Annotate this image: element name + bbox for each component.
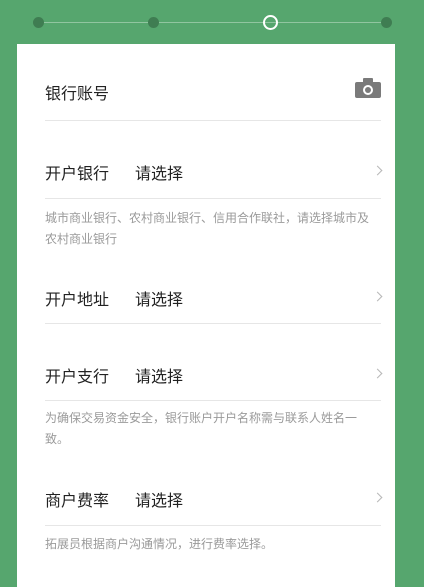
- divider: [45, 120, 381, 121]
- chevron-right-icon: [372, 165, 383, 176]
- progress-stepper: [0, 0, 424, 44]
- branch-value: 请选择: [135, 367, 184, 386]
- step-4-dot: [381, 17, 392, 28]
- address-select-row[interactable]: 开户地址 请选择: [45, 284, 383, 309]
- chevron-right-icon: [372, 368, 383, 379]
- rate-select-row[interactable]: 商户费率 请选择: [45, 485, 383, 510]
- branch-label: 开户支行: [45, 367, 110, 386]
- stepper-line: [38, 22, 386, 23]
- divider: [45, 400, 381, 401]
- chevron-right-icon: [372, 492, 383, 503]
- address-value: 请选择: [135, 290, 184, 309]
- bank-select-row[interactable]: 开户银行 请选择: [45, 158, 383, 183]
- address-label: 开户地址: [45, 290, 110, 309]
- rate-label: 商户费率: [45, 491, 110, 510]
- account-number-label: 银行账号: [45, 84, 110, 103]
- account-number-field[interactable]: 银行账号: [45, 78, 381, 103]
- step-3-current-dot: [263, 15, 278, 30]
- camera-icon[interactable]: [355, 78, 381, 98]
- rate-value: 请选择: [135, 491, 184, 510]
- divider: [45, 198, 381, 199]
- divider: [45, 323, 381, 324]
- divider: [45, 525, 381, 526]
- bank-hint: 城市商业银行、农村商业银行、信用合作联社，请选择城市及农村商业银行: [45, 211, 370, 246]
- bank-label: 开户银行: [45, 164, 110, 183]
- step-1-dot: [33, 17, 44, 28]
- chevron-right-icon: [372, 291, 383, 302]
- bank-info-form: 银行账号 开户银行 请选择 城市商业银行、农村商业银行、信用合作联社，请选择城市…: [17, 44, 395, 587]
- branch-hint: 为确保交易资金安全，银行账户开户名称需与联系人姓名一致。: [45, 411, 358, 446]
- bank-value: 请选择: [135, 164, 184, 183]
- rate-hint: 拓展员根据商户沟通情况，进行费率选择。: [45, 537, 274, 551]
- branch-select-row[interactable]: 开户支行 请选择: [45, 361, 383, 386]
- step-2-dot: [148, 17, 159, 28]
